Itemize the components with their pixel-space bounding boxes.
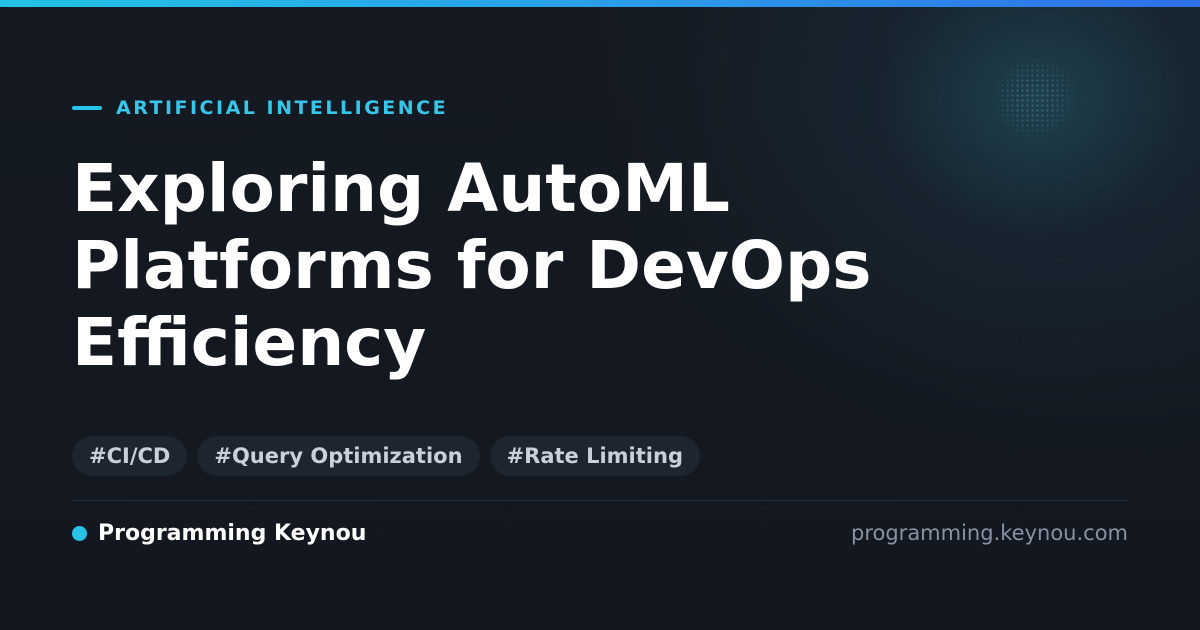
tag-list: #CI/CD #Query Optimization #Rate Limitin… <box>72 436 710 476</box>
footer-divider <box>72 500 1128 501</box>
brand-dot-icon <box>72 525 87 541</box>
title-line: Platforms for DevOps <box>72 227 872 304</box>
category-dash-icon <box>72 106 102 110</box>
decorative-dot-pattern <box>990 58 1080 138</box>
article-title: Exploring AutoML Platforms for DevOps Effi… <box>72 150 1032 381</box>
site-url: programming.keynou.com <box>851 521 1128 545</box>
category-label: ARTIFICIAL INTELLIGENCE <box>116 97 449 119</box>
top-accent-bar <box>0 0 1200 7</box>
social-card: ARTIFICIAL INTELLIGENCE Exploring AutoML… <box>0 0 1200 630</box>
tag-query-optimization: #Query Optimization <box>197 436 480 476</box>
title-line: Exploring AutoML <box>72 150 730 227</box>
brand-name: Programming Keynou <box>98 520 367 546</box>
title-line: Efficiency <box>72 304 427 381</box>
tag-rate-limiting: #Rate Limiting <box>489 436 700 476</box>
brand: Programming Keynou <box>72 518 366 548</box>
category-row: ARTIFICIAL INTELLIGENCE <box>72 96 448 120</box>
tag-ci-cd: #CI/CD <box>72 436 188 476</box>
